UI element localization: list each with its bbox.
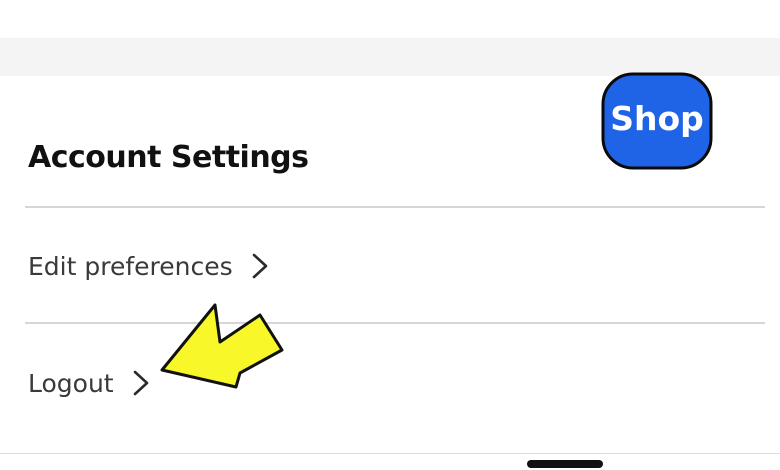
logout-label: Logout xyxy=(28,368,114,398)
top-gray-band xyxy=(0,38,780,76)
chevron-right-icon xyxy=(251,253,269,279)
home-indicator[interactable] xyxy=(527,460,603,468)
bottom-divider xyxy=(0,453,780,454)
yellow-pointer-arrow-icon xyxy=(150,295,290,395)
edit-preferences-item[interactable]: Edit preferences xyxy=(28,245,269,287)
divider xyxy=(25,322,765,324)
chevron-right-icon xyxy=(132,370,150,396)
edit-preferences-label: Edit preferences xyxy=(28,251,233,281)
logout-item[interactable]: Logout xyxy=(28,362,150,404)
page-title: Account Settings xyxy=(28,140,309,175)
divider xyxy=(25,206,765,208)
shop-app-label: Shop xyxy=(610,99,704,138)
